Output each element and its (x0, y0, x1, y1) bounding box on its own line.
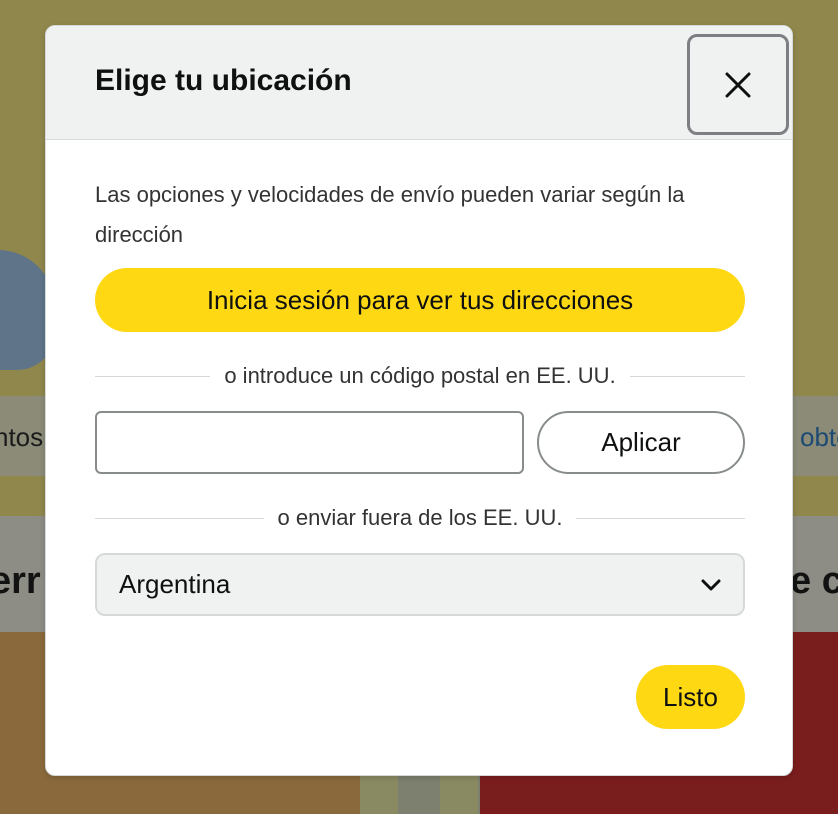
card-heading-right: e c (790, 560, 838, 602)
chevron-down-icon (701, 578, 721, 592)
divider-line (576, 517, 746, 519)
category-strip-left-text: ntos (0, 422, 44, 452)
modal-header: Elige tu ubicación (46, 26, 792, 140)
zip-divider-text: o introduce un código postal en EE. UU. (224, 363, 616, 388)
card-heading-left: err (0, 560, 41, 602)
divider-line (629, 375, 746, 377)
country-divider: o enviar fuera de los EE. UU. (95, 503, 746, 533)
zip-code-input[interactable] (95, 411, 524, 474)
location-modal: Elige tu ubicación Las opciones y veloci… (45, 25, 793, 776)
signin-button[interactable]: Inicia sesión para ver tus direcciones (95, 268, 745, 332)
country-select[interactable]: Argentina (95, 553, 745, 616)
category-strip-right-link: obte (800, 422, 838, 452)
divider-line (95, 375, 211, 377)
shipping-note: Las opciones y velocidades de envío pued… (95, 182, 685, 247)
modal-title: Elige tu ubicación (95, 64, 352, 97)
country-selected-value: Argentina (119, 569, 231, 599)
zip-divider: o introduce un código postal en EE. UU. (95, 361, 746, 391)
close-button[interactable] (687, 34, 789, 135)
apply-button[interactable]: Aplicar (537, 411, 745, 474)
close-icon (725, 72, 751, 97)
done-button[interactable]: Listo (636, 665, 745, 729)
divider-line (95, 517, 264, 519)
country-divider-text: o enviar fuera de los EE. UU. (277, 505, 563, 530)
